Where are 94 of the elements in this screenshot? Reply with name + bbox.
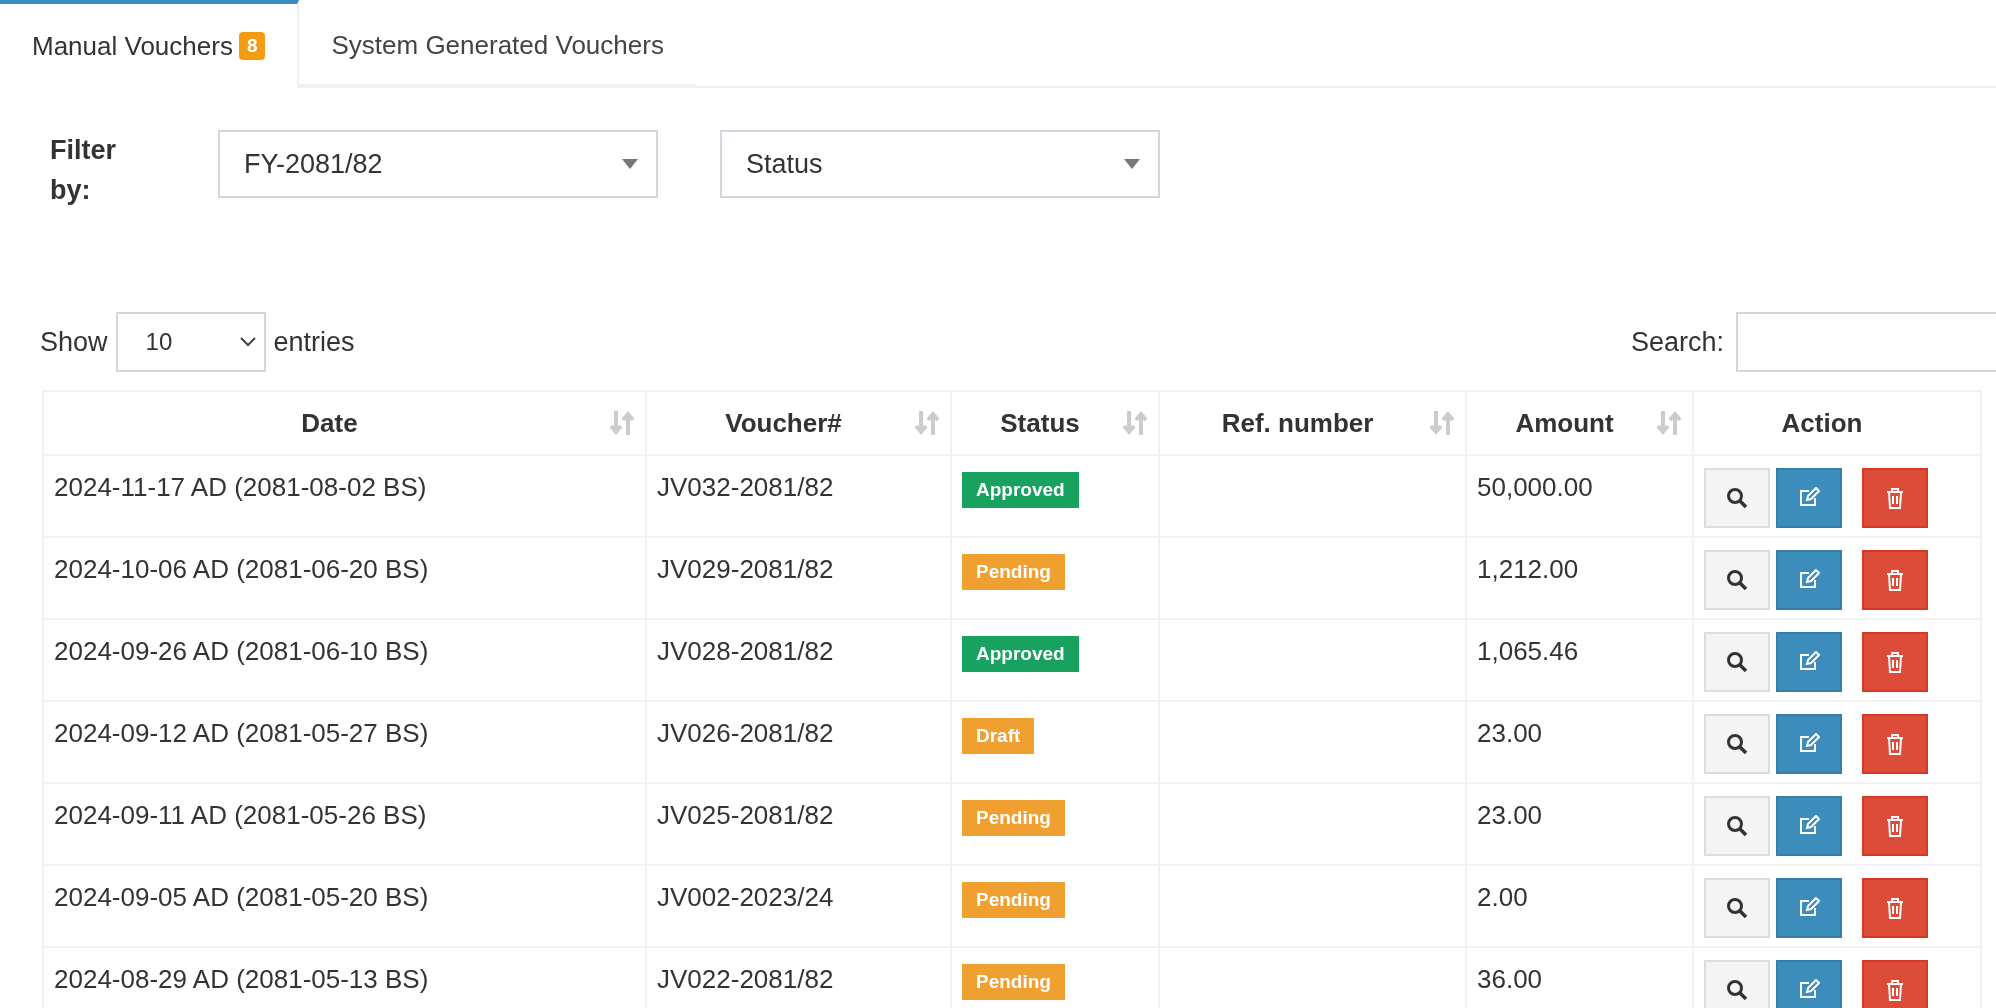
search-button[interactable] [1704, 878, 1770, 938]
caret-icon [1124, 159, 1140, 169]
search-label: Search: [1630, 326, 1724, 358]
search-button[interactable] [1704, 468, 1770, 528]
amount-cell: 23.00 [1466, 783, 1693, 865]
search-button[interactable] [1704, 796, 1770, 856]
delete-button[interactable] [1862, 468, 1928, 528]
status-badge: Pending [962, 554, 1065, 590]
search-icon [1726, 815, 1748, 837]
delete-button[interactable] [1862, 796, 1928, 856]
header-label: Ref. number [1221, 407, 1374, 438]
header-label: Date [301, 407, 358, 438]
amount-cell: 2.00 [1466, 865, 1693, 947]
trash-icon [1884, 815, 1906, 837]
delete-button[interactable] [1862, 960, 1928, 1008]
trash-icon [1884, 651, 1906, 673]
status-badge: Approved [962, 636, 1079, 672]
edit-icon [1798, 815, 1820, 837]
search-button[interactable] [1704, 960, 1770, 1008]
edit-button[interactable] [1776, 468, 1842, 528]
search-button[interactable] [1704, 714, 1770, 774]
search-icon [1726, 733, 1748, 755]
entries-label: entries [273, 326, 355, 358]
entries-select[interactable]: 10 [115, 312, 266, 372]
voucher-cell: JV025-2081/82 [646, 783, 951, 865]
status-badge: Approved [962, 472, 1079, 508]
delete-button[interactable] [1862, 550, 1928, 610]
search-icon [1726, 487, 1748, 509]
header-label: Action [1781, 407, 1863, 438]
trash-icon [1884, 487, 1906, 509]
filter-label: Filter by: [50, 134, 117, 207]
tab-label: Manual Vouchers [32, 30, 233, 62]
edit-icon [1798, 733, 1820, 755]
column-header[interactable]: Status [951, 391, 1159, 455]
voucher-cell: JV002-2023/24 [646, 865, 951, 947]
edit-button[interactable] [1776, 632, 1842, 692]
tab[interactable]: Manual Vouchers 8 [0, 0, 300, 88]
voucher-cell: JV026-2081/82 [646, 701, 951, 783]
edit-icon [1798, 569, 1820, 591]
status-badge: Pending [962, 800, 1065, 836]
edit-icon [1798, 979, 1820, 1001]
trash-icon [1884, 569, 1906, 591]
date-cell: 2024-10-06 AD (2081-06-20 BS) [43, 537, 646, 619]
edit-button[interactable] [1776, 878, 1842, 938]
column-header[interactable]: Amount [1466, 391, 1693, 455]
delete-button[interactable] [1862, 714, 1928, 774]
date-cell: 2024-09-12 AD (2081-05-27 BS) [43, 701, 646, 783]
edit-button[interactable] [1776, 960, 1842, 1008]
edit-icon [1798, 897, 1820, 919]
status-badge: Pending [962, 882, 1065, 918]
header-label: Amount [1515, 407, 1614, 438]
search-icon [1726, 569, 1748, 591]
header-label: Voucher# [725, 407, 842, 438]
delete-button[interactable] [1862, 632, 1928, 692]
count-badge: 8 [238, 32, 266, 60]
search-button[interactable] [1704, 632, 1770, 692]
show-label: Show [40, 326, 108, 358]
header-label: Status [1000, 407, 1080, 438]
date-cell: 2024-11-17 AD (2081-08-02 BS) [43, 455, 646, 537]
trash-icon [1884, 733, 1906, 755]
date-cell: 2024-09-26 AD (2081-06-10 BS) [43, 619, 646, 701]
search-field[interactable] [1736, 312, 1996, 372]
search-icon [1726, 979, 1748, 1001]
status-badge: Draft [962, 718, 1035, 754]
status-badge: Pending [962, 964, 1065, 1000]
trash-icon [1884, 897, 1906, 919]
column-header[interactable]: Date [43, 391, 646, 455]
search-button[interactable] [1704, 550, 1770, 610]
dropdown-select[interactable]: Status [720, 130, 1160, 198]
search-icon [1726, 897, 1748, 919]
voucher-cell: JV032-2081/82 [646, 455, 951, 537]
caret-icon [622, 159, 638, 169]
edit-button[interactable] [1776, 796, 1842, 856]
search-icon [1726, 651, 1748, 673]
column-header[interactable]: Ref. number [1159, 391, 1466, 455]
edit-icon [1798, 487, 1820, 509]
date-cell: 2024-09-05 AD (2081-05-20 BS) [43, 865, 646, 947]
edit-button[interactable] [1776, 550, 1842, 610]
amount-cell: 1,212.00 [1466, 537, 1693, 619]
trash-icon [1884, 979, 1906, 1001]
tab-label: System Generated Vouchers [331, 29, 664, 61]
date-cell: 2024-08-29 AD (2081-05-13 BS) [43, 947, 646, 1008]
amount-cell: 50,000.00 [1466, 455, 1693, 537]
voucher-cell: JV029-2081/82 [646, 537, 951, 619]
amount-cell: 23.00 [1466, 701, 1693, 783]
date-cell: 2024-09-11 AD (2081-05-26 BS) [43, 783, 646, 865]
voucher-cell: JV028-2081/82 [646, 619, 951, 701]
edit-button[interactable] [1776, 714, 1842, 774]
column-header[interactable]: Voucher# [646, 391, 951, 455]
dropdown-select[interactable]: FY-2081/82 [218, 130, 658, 198]
chevron-icon [239, 337, 256, 347]
delete-button[interactable] [1862, 878, 1928, 938]
amount-cell: 1,065.46 [1466, 619, 1693, 701]
edit-icon [1798, 651, 1820, 673]
